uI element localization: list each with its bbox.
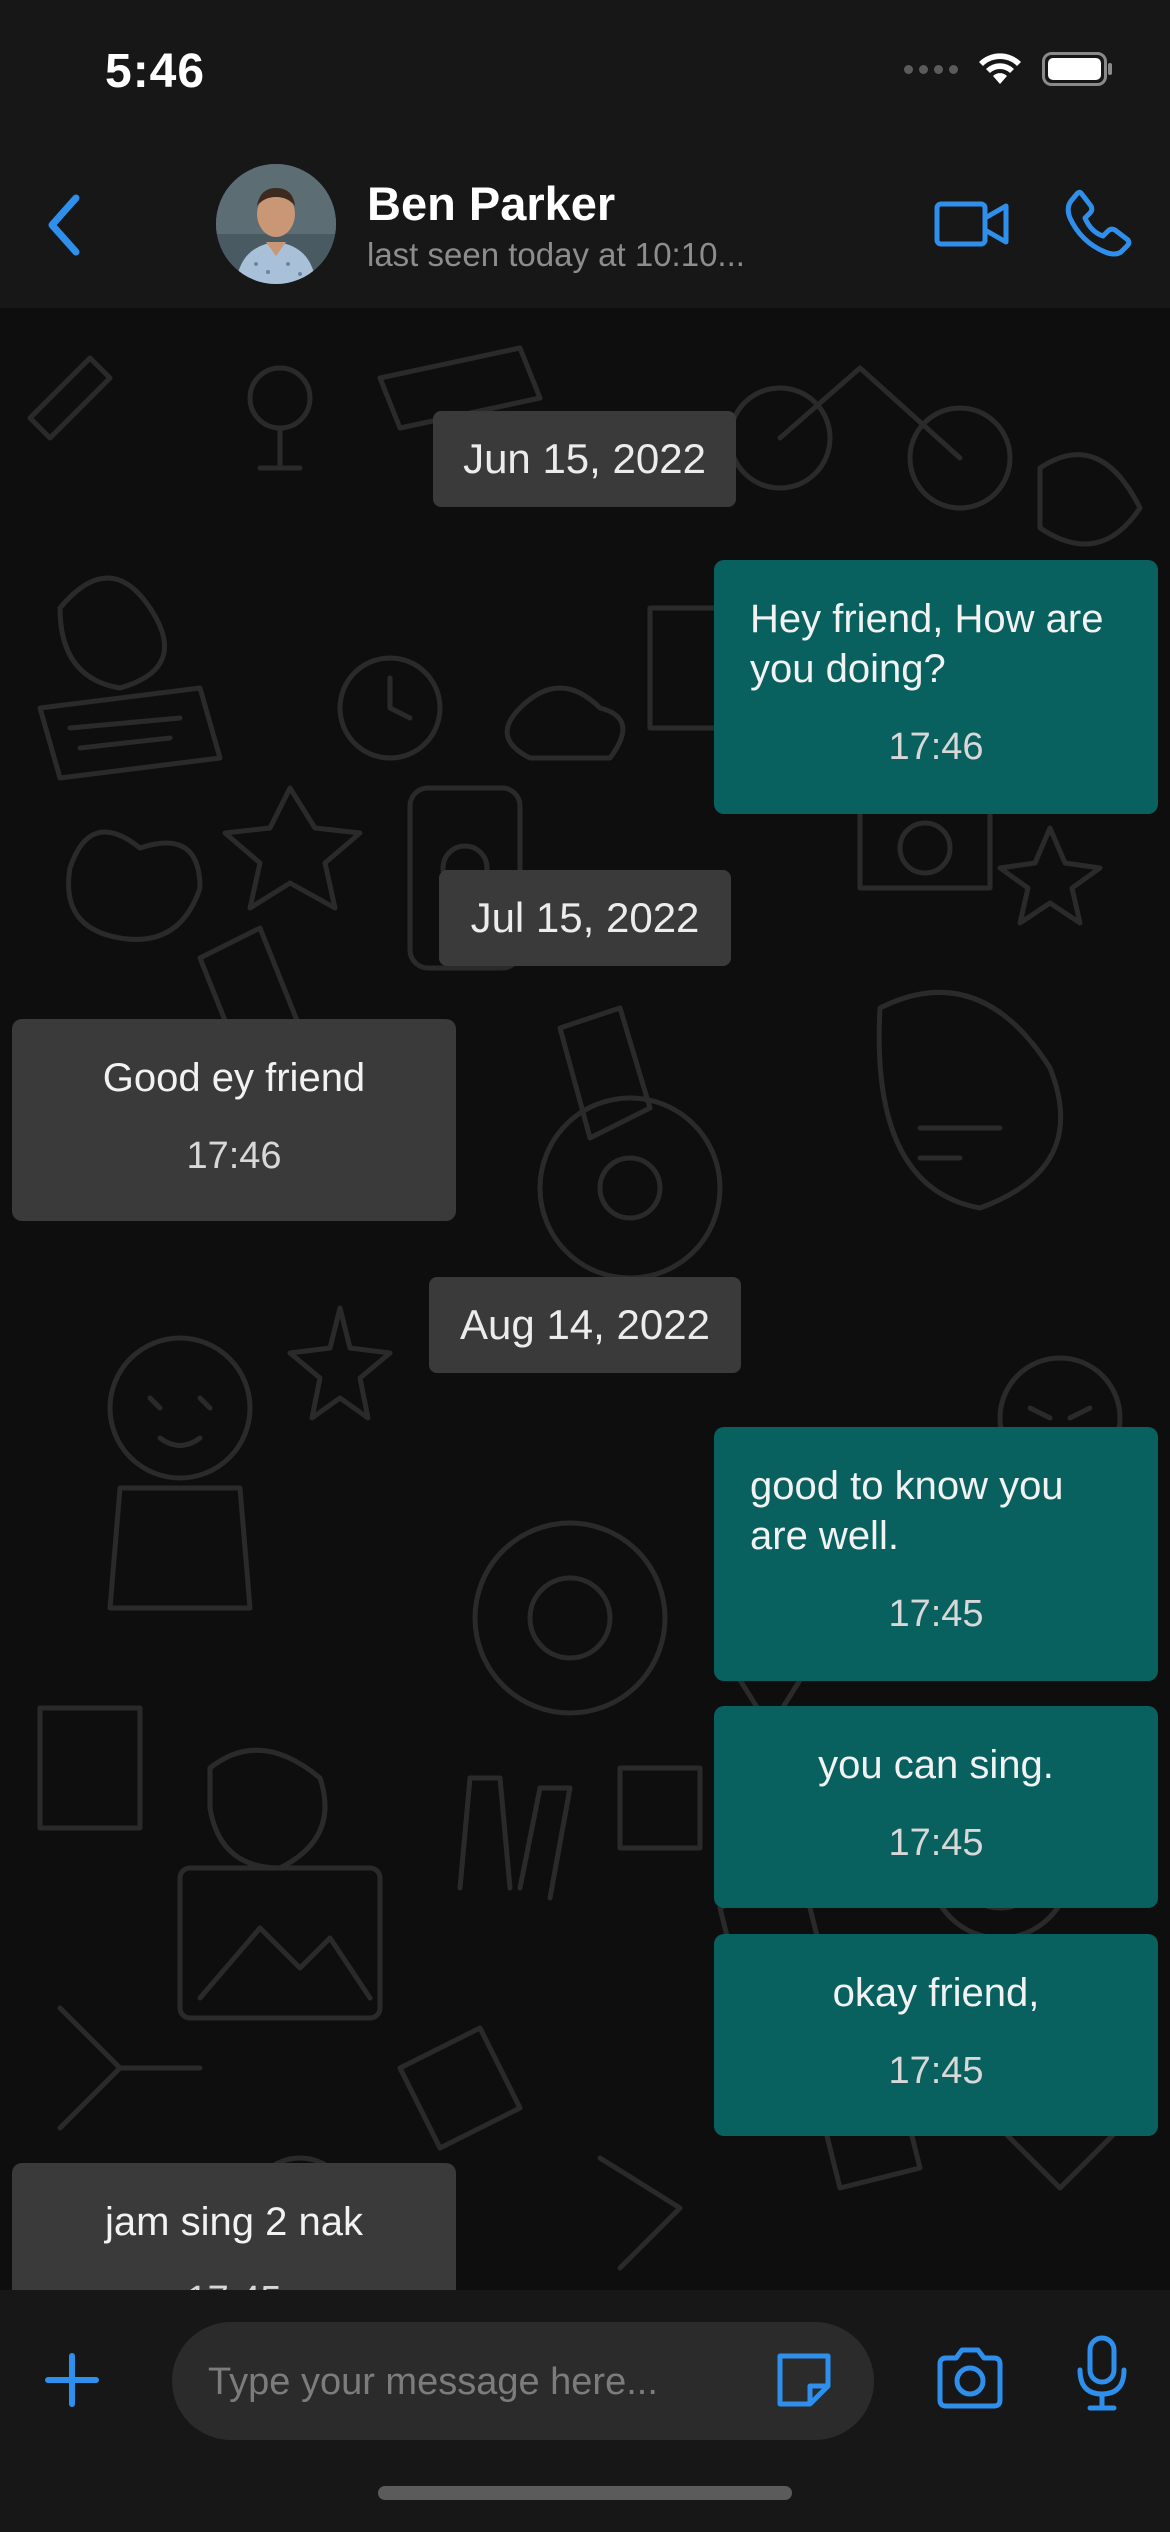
message-text: okay friend, — [832, 1971, 1040, 2015]
message-text: good to know you are well. — [750, 1464, 1064, 1558]
message-time: 17:45 — [888, 1822, 984, 1864]
microphone-button[interactable] — [1072, 2334, 1132, 2414]
microphone-icon — [1077, 2335, 1127, 2411]
video-camera-icon — [934, 201, 1009, 247]
message-text: jam sing 2 nak — [105, 2200, 363, 2244]
wifi-icon — [979, 53, 1021, 84]
message-outgoing[interactable]: Hey friend, How are you doing? 17:46 — [714, 560, 1158, 814]
status-bar: 5:46 — [0, 0, 1170, 140]
message-outgoing[interactable]: okay friend, 17:45 — [714, 1934, 1158, 2136]
date-separator: Jul 15, 2022 — [439, 870, 731, 966]
message-time: 17:45 — [888, 2050, 984, 2092]
avatar[interactable] — [216, 164, 336, 284]
message-time: 17:45 — [12, 2279, 456, 2290]
status-time: 5:46 — [105, 45, 206, 98]
phone-icon — [1065, 189, 1132, 257]
message-outgoing[interactable]: you can sing. 17:45 — [714, 1706, 1158, 1908]
camera-icon — [937, 2347, 1003, 2409]
avatar-image — [216, 164, 336, 284]
back-button[interactable] — [40, 190, 92, 260]
voice-call-button[interactable] — [1063, 188, 1133, 258]
sticker-icon — [777, 2353, 831, 2407]
message-incoming[interactable]: Good ey friend 17:46 — [12, 1019, 456, 1221]
plus-icon — [45, 2353, 99, 2407]
message-input-bar — [0, 2290, 1170, 2532]
date-separator: Aug 14, 2022 — [429, 1277, 741, 1373]
camera-button[interactable] — [934, 2342, 1006, 2414]
chevron-left-icon — [48, 194, 80, 256]
message-text: you can sing. — [818, 1743, 1054, 1787]
message-text: Good ey friend — [102, 1056, 366, 1100]
message-incoming[interactable]: jam sing 2 nak 17:45 — [12, 2163, 456, 2290]
chat-screen: 5:46 Ben Parker last seen today at 10:10… — [0, 0, 1170, 2532]
message-outgoing[interactable]: good to know you are well. 17:45 — [714, 1427, 1158, 1681]
message-time: 17:45 — [888, 1593, 984, 1635]
home-indicator — [378, 2486, 792, 2500]
last-seen-status: last seen today at 10:10... — [367, 236, 745, 273]
video-call-button[interactable] — [934, 194, 1010, 254]
chat-header: Ben Parker last seen today at 10:10... — [0, 140, 1170, 308]
status-indicators — [904, 52, 1114, 86]
chat-area[interactable]: Jun 15, 2022 Hey friend, How are you doi… — [0, 308, 1170, 2290]
date-separator: Jun 15, 2022 — [433, 411, 736, 507]
message-field[interactable] — [172, 2322, 874, 2440]
message-time: 17:46 — [186, 1135, 282, 1177]
add-attachment-button[interactable] — [42, 2350, 102, 2410]
sticker-button[interactable] — [772, 2348, 836, 2412]
message-input[interactable] — [208, 2350, 768, 2414]
contact-name[interactable]: Ben Parker — [367, 176, 615, 231]
message-text: Hey friend, How are you doing? — [750, 597, 1104, 691]
cellular-signal-icon — [904, 64, 958, 74]
message-time: 17:46 — [888, 726, 984, 768]
battery-icon — [1042, 52, 1112, 86]
